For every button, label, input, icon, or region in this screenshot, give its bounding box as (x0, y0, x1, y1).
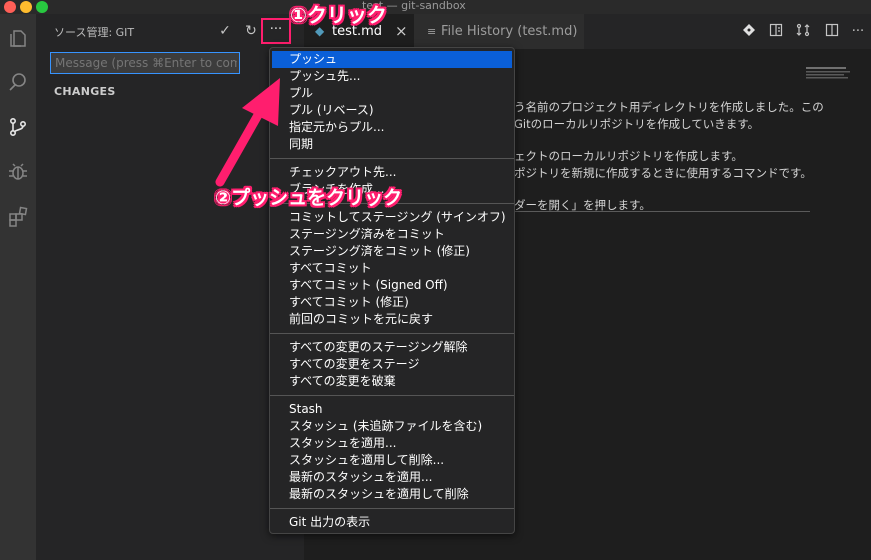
menu-item-pull[interactable]: プル (272, 85, 512, 102)
editor-tab-bar: ◆ test.md × ≡ File History (test.md) ··· (304, 14, 871, 49)
menu-item-commit-all-amend[interactable]: すべてコミット (修正) (272, 294, 512, 311)
split-editor-icon[interactable] (823, 23, 841, 41)
tab-file-history[interactable]: ≡ File History (test.md) (414, 14, 584, 49)
menu-item-sync[interactable]: 同期 (272, 136, 512, 153)
menu-item-stash-untracked[interactable]: スタッシュ (未追跡ファイルを含む) (272, 418, 512, 435)
more-actions-menu: プッシュ プッシュ先... プル プル (リベース) 指定元からプル... 同期… (269, 47, 515, 534)
minimize-window-button[interactable] (20, 1, 32, 13)
tab-label: File History (test.md) (441, 24, 578, 39)
menu-item-commit-staged-amend[interactable]: ステージング済をコミット (修正) (272, 243, 512, 260)
annotation-step2: ②プッシュをクリック (215, 187, 403, 209)
changes-header[interactable]: CHANGES (54, 85, 116, 98)
menu-item-push-to[interactable]: プッシュ先... (272, 68, 512, 85)
title-bar: test — git-sandbox (0, 0, 871, 14)
annotation-step1: ①クリック (290, 3, 387, 27)
open-preview-icon[interactable] (767, 23, 785, 41)
editor-line: ポジトリを新規に作成するときに使用するコマンドです。 (514, 166, 812, 180)
menu-item-pop-stash[interactable]: スタッシュを適用して削除... (272, 452, 512, 469)
refresh-icon[interactable]: ↻ (242, 22, 260, 40)
activity-bar (0, 14, 36, 560)
close-window-button[interactable] (4, 1, 16, 13)
git-graph-icon[interactable] (740, 23, 758, 41)
source-control-icon[interactable] (4, 113, 32, 141)
menu-item-commit-all-signed-off[interactable]: すべてコミット (Signed Off) (272, 277, 512, 294)
search-icon[interactable] (4, 68, 32, 96)
menu-item-push[interactable]: プッシュ (272, 51, 512, 68)
menu-item-commit-all[interactable]: すべてコミット (272, 260, 512, 277)
more-actions-button[interactable]: ··· (261, 18, 291, 44)
menu-item-commit-staged-signoff[interactable]: コミットしてステージング (サインオフ) (272, 209, 512, 226)
menu-item-checkout-to[interactable]: チェックアウト先... (272, 164, 512, 181)
menu-separator (270, 158, 514, 159)
menu-item-apply-stash[interactable]: スタッシュを適用... (272, 435, 512, 452)
compare-changes-icon[interactable] (794, 23, 812, 41)
file-history-icon: ≡ (427, 25, 437, 38)
menu-separator (270, 395, 514, 396)
menu-item-unstage-all[interactable]: すべての変更のステージング解除 (272, 339, 512, 356)
menu-item-pull-rebase[interactable]: プル (リベース) (272, 102, 512, 119)
menu-item-apply-latest-stash[interactable]: 最新のスタッシュを適用... (272, 469, 512, 486)
menu-item-stash[interactable]: Stash (272, 401, 512, 418)
minimap[interactable] (806, 66, 852, 80)
editor-line: う名前のプロジェクト用ディレクトリを作成しました。この (514, 100, 824, 114)
menu-item-pop-latest-stash[interactable]: 最新のスタッシュを適用して削除 (272, 486, 512, 503)
menu-item-pull-from[interactable]: 指定元からプル... (272, 119, 512, 136)
close-tab-icon[interactable]: × (395, 14, 408, 49)
menu-item-undo-last-commit[interactable]: 前回のコミットを元に戻す (272, 311, 512, 328)
menu-separator (270, 333, 514, 334)
horizontal-rule (514, 211, 810, 212)
menu-item-commit-staged[interactable]: ステージング済みをコミット (272, 226, 512, 243)
menu-item-discard-all[interactable]: すべての変更を破棄 (272, 373, 512, 390)
sidebar-title: ソース管理: GIT (54, 26, 135, 39)
more-editor-actions-icon[interactable]: ··· (849, 23, 867, 41)
editor-line: ェクトのローカルリポジトリを作成します。 (514, 149, 743, 163)
maximize-window-button[interactable] (36, 1, 48, 13)
explorer-icon[interactable] (4, 24, 32, 52)
menu-separator (270, 508, 514, 509)
annotation-arrow-icon (215, 78, 280, 187)
editor-line: Gitのローカルリポジトリを作成していきます。 (514, 117, 760, 131)
menu-item-show-git-output[interactable]: Git 出力の表示 (272, 514, 512, 531)
extensions-icon[interactable] (4, 203, 32, 231)
debug-icon[interactable] (4, 158, 32, 186)
commit-check-icon[interactable]: ✓ (216, 22, 234, 40)
menu-item-stage-all[interactable]: すべての変更をステージ (272, 356, 512, 373)
